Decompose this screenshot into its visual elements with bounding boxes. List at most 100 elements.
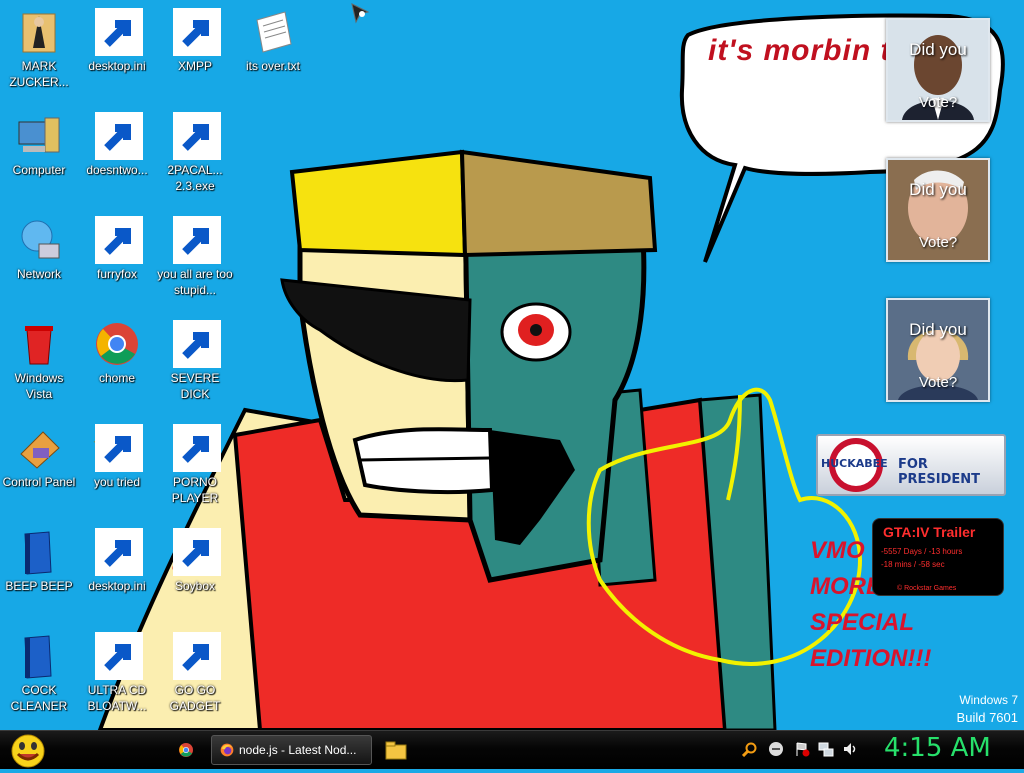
- icon-label: PORNO PLAYER: [171, 475, 219, 505]
- shortcut-arrow-icon: [173, 424, 221, 472]
- icon-label: chome: [98, 371, 136, 385]
- blue-book-icon: [24, 531, 52, 575]
- shortcut-arrow-icon: [95, 632, 143, 680]
- icon-label: Windows Vista: [14, 371, 64, 401]
- firefox-icon: [220, 743, 234, 757]
- desktop-icon-severe-dick[interactable]: SD SEVERE DICK: [156, 320, 234, 402]
- network-icon: [21, 220, 60, 259]
- gta-countdown-mins: -18 mins / -58 sec: [881, 560, 945, 569]
- vote-gadget-mccain[interactable]: Did you Vote?: [886, 158, 990, 262]
- shortcut-arrow-icon: [95, 112, 143, 160]
- desktop-icon-windows-vista[interactable]: Windows Vista: [0, 320, 78, 402]
- shortcut-arrow-icon: [173, 8, 221, 56]
- search-icon[interactable]: [742, 741, 758, 757]
- vote-line1: Did you: [909, 320, 967, 339]
- icon-label: doesntwo...: [86, 163, 148, 177]
- icon-label: furryfox: [96, 267, 137, 281]
- icon-label: its over.txt: [245, 59, 301, 73]
- huckabee-name: HUCKABEE: [821, 457, 888, 470]
- icon-label: 2PACAL... 2.3.exe: [167, 163, 223, 193]
- desktop-icon-its-over-txt[interactable]: its over.txt: [234, 8, 312, 74]
- start-button[interactable]: [8, 732, 48, 768]
- special-text-line: EDITION!!!: [810, 645, 932, 672]
- icon-label: you all are too stupid...: [157, 267, 233, 297]
- desktop-icon-desktop-ini[interactable]: desktop.ini: [78, 8, 156, 74]
- desktop-icon-you-tried[interactable]: you tried: [78, 424, 156, 490]
- recycle-bin-icon: [25, 326, 53, 365]
- control-panel-icon: [20, 431, 60, 469]
- icon-label: ULTRA CD BLOATW...: [87, 683, 147, 713]
- shortcut-arrow-icon: [173, 528, 221, 576]
- icon-label: XMPP: [177, 59, 212, 73]
- desktop[interactable]: MARK ZUCKER... desktop.ini X XMPP its ov…: [0, 0, 1024, 730]
- watermark-build: Build 7601: [956, 710, 1018, 725]
- icon-label: Control Panel: [2, 475, 76, 489]
- desktop-icon-soybox[interactable]: Soybox: [156, 528, 234, 594]
- gta-countdown-days: -5557 Days / -13 hours: [881, 547, 963, 556]
- desktop-icon-computer[interactable]: Computer: [0, 112, 78, 178]
- shortcut-arrow-icon: [95, 424, 143, 472]
- taskbar-chrome-button[interactable]: [178, 742, 194, 758]
- desktop-icon-xmpp[interactable]: X XMPP: [156, 8, 234, 74]
- icon-label: desktop.ini: [88, 59, 146, 73]
- desktop-icon-2pacal-exe[interactable]: C:\_ 2PACAL... 2.3.exe: [156, 112, 234, 194]
- network-status-icon[interactable]: [818, 741, 834, 757]
- desktop-icon-you-all-are-too-stupid[interactable]: DEVC++ you all are too stupid...: [156, 216, 234, 298]
- text-file-icon: [256, 11, 292, 53]
- vote-line2: Vote?: [918, 234, 958, 251]
- desktop-icon-desktop-ini-2[interactable]: desktop.ini: [78, 528, 156, 594]
- windows-build-watermark: Windows 7 Build 7601: [957, 692, 1018, 726]
- desktop-icon-furryfox[interactable]: furryfox: [78, 216, 156, 282]
- shortcut-arrow-icon: [173, 320, 221, 368]
- desktop-icon-doesntwo[interactable]: Y! doesntwo...: [78, 112, 156, 178]
- vote-gadget-obama[interactable]: Did you Vote?: [886, 18, 990, 122]
- chrome-icon: [96, 323, 138, 365]
- vote-line1: Did you: [909, 180, 967, 199]
- icon-label: MARK ZUCKER...: [9, 59, 69, 89]
- desktop-icon-control-panel[interactable]: Control Panel: [0, 424, 78, 490]
- desktop-icon-cock-cleaner[interactable]: COCK CLEANER: [0, 632, 78, 714]
- desktop-icon-go-go-gadget[interactable]: GO GO GADGET: [156, 632, 234, 714]
- gta-copyright: © Rockstar Games: [897, 585, 957, 592]
- desktop-icon-porno-player[interactable]: PORNO PLAYER: [156, 424, 234, 506]
- gta-countdown-gadget[interactable]: GTA:IV Trailer -5557 Days / -13 hours -1…: [872, 518, 1004, 596]
- speech-status-icon[interactable]: [768, 741, 784, 757]
- shortcut-arrow-icon: [173, 632, 221, 680]
- taskbar-window-title: node.js - Latest Nod...: [239, 743, 357, 757]
- icon-label: BEEP BEEP: [5, 579, 73, 593]
- volume-icon[interactable]: [842, 741, 858, 757]
- desktop-icon-beep-beep[interactable]: BEEP BEEP: [0, 528, 78, 594]
- gta-title: GTA:IV Trailer: [883, 524, 976, 540]
- icon-label: SEVERE DICK: [170, 371, 220, 401]
- special-text-line: SPECIAL: [810, 609, 915, 636]
- icon-label: you tried: [93, 475, 141, 489]
- shortcut-arrow-icon: [173, 216, 221, 264]
- shortcut-arrow-icon: [173, 112, 221, 160]
- taskbar-folder-button[interactable]: [383, 737, 409, 763]
- vote-line1: Did you: [909, 40, 967, 59]
- action-center-flag-icon[interactable]: [794, 741, 810, 757]
- icon-label: Computer: [12, 163, 66, 177]
- taskbar: node.js - Latest Nod... 4:15 AM: [0, 730, 1024, 769]
- chrome-icon: [179, 743, 193, 757]
- icon-label: Soybox: [174, 579, 216, 593]
- vote-gadget-clinton[interactable]: Did you Vote?: [886, 298, 990, 402]
- smiley-start-icon: [11, 734, 45, 768]
- icon-label: COCK CLEANER: [10, 683, 68, 713]
- icon-label: desktop.ini: [88, 579, 146, 593]
- speech-bubble-text: it's morbin t: [708, 34, 892, 67]
- desktop-icon-network[interactable]: Network: [0, 216, 78, 282]
- blue-book-icon: [24, 635, 52, 679]
- shortcut-arrow-icon: [95, 216, 143, 264]
- desktop-icon-mark-zucker[interactable]: MARK ZUCKER...: [0, 8, 78, 90]
- computer-icon: [18, 117, 60, 153]
- desktop-icon-chome[interactable]: chome: [78, 320, 156, 386]
- taskbar-clock[interactable]: 4:15 AM: [884, 733, 991, 763]
- taskbar-window-firefox-nodejs[interactable]: node.js - Latest Nod...: [211, 735, 372, 765]
- user-folder-icon: [22, 13, 56, 53]
- desktop-icon-ultra-cd-bloatw[interactable]: ULTRA CD BLOATW...: [78, 632, 156, 714]
- icon-label: Network: [16, 267, 61, 281]
- icon-label: GO GO GADGET: [169, 683, 221, 713]
- huckabee-gadget[interactable]: HUCKABEE FOR PRESIDENT: [816, 434, 1006, 496]
- shortcut-arrow-icon: [95, 528, 143, 576]
